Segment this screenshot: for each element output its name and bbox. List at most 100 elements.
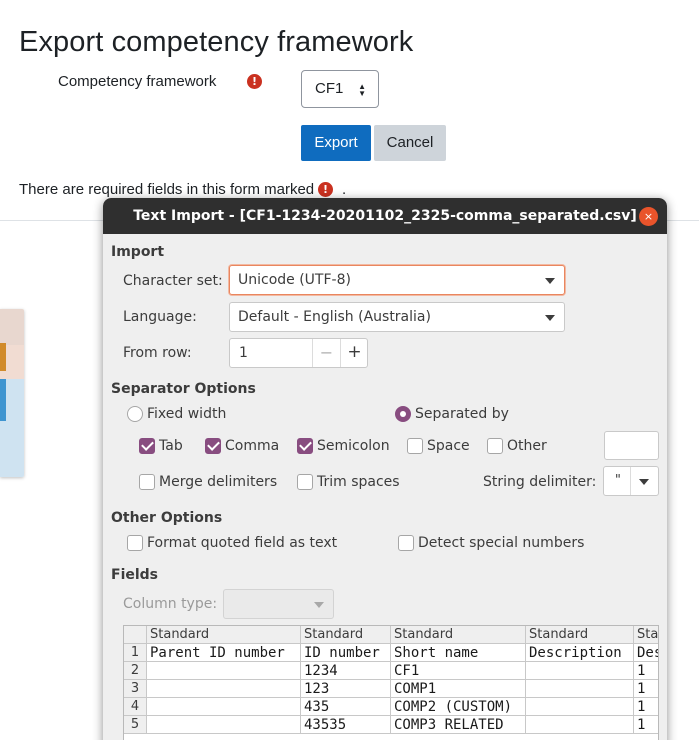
string-delimiter-combo[interactable]: " <box>603 466 659 496</box>
grid-cell: Short name <box>391 644 526 662</box>
grid-cell: 123 <box>301 680 391 698</box>
fixed-width-radio[interactable] <box>127 406 143 422</box>
row-number: 1 <box>124 644 147 662</box>
cancel-button[interactable]: Cancel <box>374 125 446 161</box>
minus-icon[interactable]: − <box>312 339 340 367</box>
required-note-end: . <box>342 181 347 198</box>
format-quoted-checkbox[interactable] <box>127 535 143 551</box>
dialog-titlebar[interactable]: Text Import - [CF1-1234-20201102_2325-co… <box>103 198 667 234</box>
column-header[interactable]: Standard <box>391 626 526 644</box>
separated-by-radio[interactable] <box>395 406 411 422</box>
space-checkbox[interactable] <box>407 438 423 454</box>
from-row-label: From row: <box>123 345 192 361</box>
grid-cell: 1 <box>634 716 658 734</box>
charset-label: Character set: <box>123 273 223 289</box>
grid-cell: Description <box>634 644 658 662</box>
separator-heading: Separator Options <box>111 381 256 397</box>
semicolon-checkbox[interactable] <box>297 438 313 454</box>
merge-delimiters-checkbox[interactable] <box>139 474 155 490</box>
row-number: 5 <box>124 716 147 734</box>
export-button[interactable]: Export <box>301 125 371 161</box>
grid-cell <box>526 680 634 698</box>
fixed-width-label[interactable]: Fixed width <box>147 406 226 422</box>
required-icon: ! <box>247 74 262 89</box>
column-header[interactable]: Standard <box>526 626 634 644</box>
chevron-down-icon <box>545 278 555 284</box>
from-row-spinner[interactable]: 1 − + <box>229 338 368 368</box>
grid-cell <box>147 716 301 734</box>
charset-value: Unicode (UTF-8) <box>238 272 351 288</box>
grid-cell: 1 <box>634 662 658 680</box>
other-options-heading: Other Options <box>111 510 223 526</box>
column-type-combo[interactable] <box>223 589 334 619</box>
grid-cell: 1 <box>634 698 658 716</box>
separated-by-label[interactable]: Separated by <box>415 406 509 422</box>
column-header[interactable]: Standard <box>147 626 301 644</box>
other-label[interactable]: Other <box>507 438 547 454</box>
comma-checkbox[interactable] <box>205 438 221 454</box>
detect-special-label[interactable]: Detect special numbers <box>418 535 584 551</box>
import-heading: Import <box>111 244 165 260</box>
grid-cell: COMP1 <box>391 680 526 698</box>
row-number: 3 <box>124 680 147 698</box>
grid-cell <box>147 698 301 716</box>
select-arrows-icon: ▲ ▼ <box>358 82 366 98</box>
grid-cell <box>147 680 301 698</box>
grid-cell: COMP3 RELATED <box>391 716 526 734</box>
dialog-title: Text Import - [CF1-1234-20201102_2325-co… <box>133 208 637 224</box>
other-checkbox[interactable] <box>487 438 503 454</box>
required-note-icon: ! <box>318 182 333 197</box>
grid-cell: COMP2 (CUSTOM) <box>391 698 526 716</box>
string-delimiter-label: String delimiter: <box>483 474 597 490</box>
grid-cell: Description <box>526 644 634 662</box>
page-title: Export competency framework <box>19 26 414 58</box>
grid-cell: 435 <box>301 698 391 716</box>
framework-select-value: CF1 <box>315 80 344 97</box>
close-icon[interactable]: × <box>639 207 658 226</box>
from-row-value: 1 <box>239 345 248 361</box>
tab-label[interactable]: Tab <box>159 438 183 454</box>
text-import-dialog: Text Import - [CF1-1234-20201102_2325-co… <box>103 198 667 740</box>
framework-select[interactable]: CF1 ▲ ▼ <box>301 70 379 108</box>
grid-cell <box>526 662 634 680</box>
charset-combo[interactable]: Unicode (UTF-8) <box>229 265 565 295</box>
other-separator-input[interactable] <box>604 431 659 460</box>
row-number: 4 <box>124 698 147 716</box>
chevron-down-icon <box>314 602 324 608</box>
fields-heading: Fields <box>111 567 159 583</box>
grid-corner[interactable] <box>124 626 147 644</box>
grid-cell: 1234 <box>301 662 391 680</box>
grid-cell: 43535 <box>301 716 391 734</box>
tab-checkbox[interactable] <box>139 438 155 454</box>
side-panel-decoration <box>0 309 24 477</box>
column-header[interactable]: Standard <box>301 626 391 644</box>
language-label: Language: <box>123 309 197 325</box>
trim-spaces-checkbox[interactable] <box>297 474 313 490</box>
grid-cell: ID number <box>301 644 391 662</box>
language-combo[interactable]: Default - English (Australia) <box>229 302 565 332</box>
grid-cell: CF1 <box>391 662 526 680</box>
format-quoted-label[interactable]: Format quoted field as text <box>147 535 337 551</box>
grid-cell: Parent ID number <box>147 644 301 662</box>
framework-label: Competency framework <box>58 73 217 90</box>
required-note: There are required fields in this form m… <box>19 181 315 198</box>
grid-cell: 1 <box>634 680 658 698</box>
chevron-down-icon <box>639 479 649 485</box>
column-type-label: Column type: <box>123 596 218 612</box>
detect-special-checkbox[interactable] <box>398 535 414 551</box>
chevron-down-icon <box>545 315 555 321</box>
space-label[interactable]: Space <box>427 438 470 454</box>
comma-label[interactable]: Comma <box>225 438 279 454</box>
grid-cell <box>147 662 301 680</box>
column-header[interactable]: Standard <box>634 626 658 644</box>
string-delimiter-value: " <box>614 473 622 488</box>
trim-spaces-label[interactable]: Trim spaces <box>317 474 400 490</box>
grid-cell <box>526 698 634 716</box>
grid-cell <box>526 716 634 734</box>
merge-delimiters-label[interactable]: Merge delimiters <box>159 474 277 490</box>
language-value: Default - English (Australia) <box>238 309 431 325</box>
row-number: 2 <box>124 662 147 680</box>
preview-grid[interactable]: StandardStandardStandardStandardStandard… <box>123 625 659 740</box>
semicolon-label[interactable]: Semicolon <box>317 438 390 454</box>
plus-icon[interactable]: + <box>340 339 368 367</box>
